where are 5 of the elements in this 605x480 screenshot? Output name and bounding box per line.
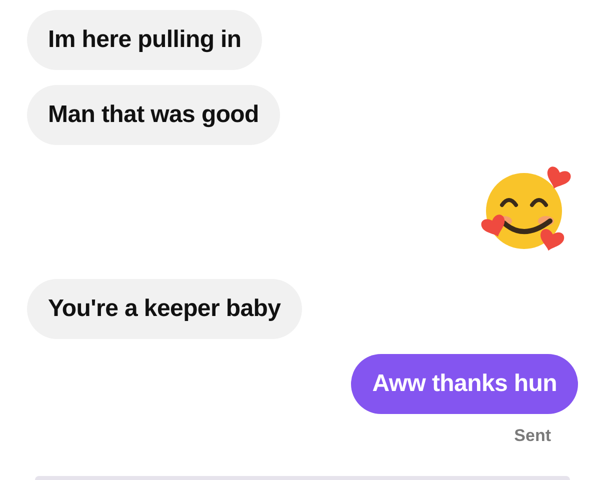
message-status: Sent [514, 426, 551, 446]
sent-message: Aww thanks hun [351, 354, 578, 414]
received-message: Man that was good [27, 85, 280, 145]
received-message: You're a keeper baby [27, 279, 302, 339]
received-message: Im here pulling in [27, 10, 262, 70]
